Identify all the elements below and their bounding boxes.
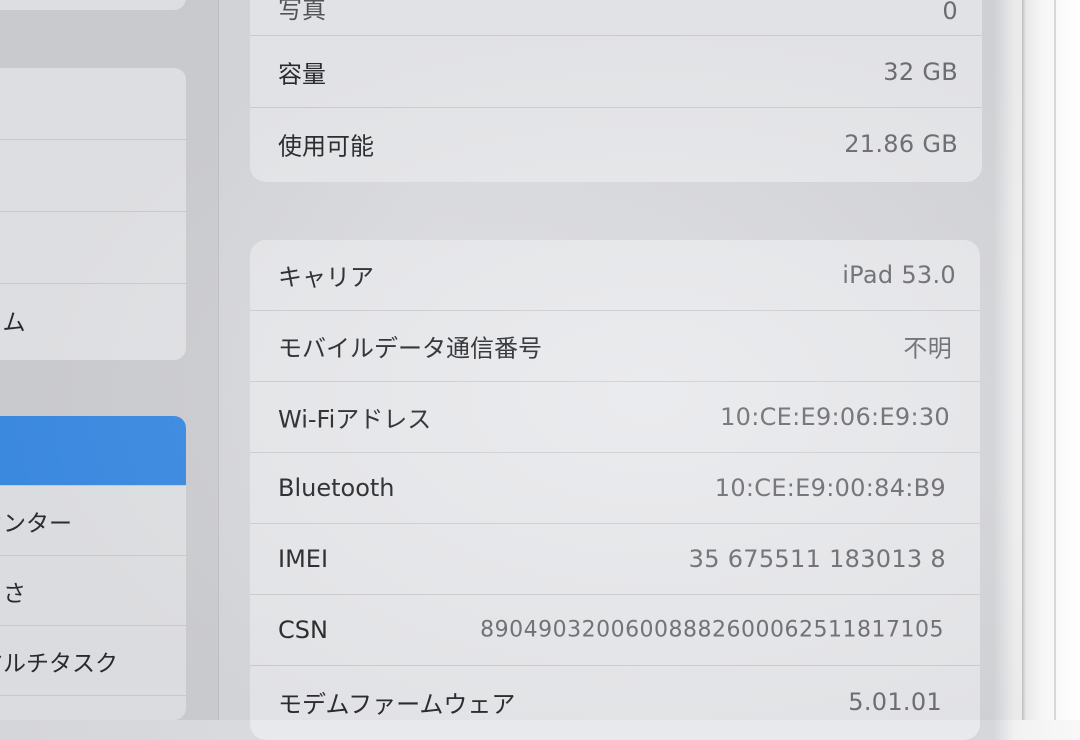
row-key: キャリア [278, 263, 374, 292]
settings-sidebar: イム センター るさ マルチタスク [0, 0, 219, 720]
info-row-capacity: 容量 32 GB [250, 36, 982, 108]
info-row-mobile-number: モバイルデータ通信番号 不明 [250, 311, 980, 382]
row-value: 35 675511 183013 8 [688, 545, 946, 573]
row-key: 写真 [278, 0, 326, 24]
row-key: Bluetooth [278, 474, 395, 502]
sidebar-item-screen-time[interactable]: イム [0, 284, 186, 356]
sidebar-item-general-selected[interactable] [0, 416, 186, 486]
sidebar-item[interactable] [0, 696, 186, 720]
row-value: 89049032006008882600062511817105 [480, 617, 944, 643]
sidebar-item[interactable] [0, 212, 186, 284]
info-row-photos: 写真 0 [250, 0, 982, 36]
info-row-carrier[interactable]: キャリア iPad 53.0 [250, 240, 980, 311]
storage-info-group: 写真 0 容量 32 GB 使用可能 21.86 GB [250, 0, 982, 182]
sidebar-item[interactable] [0, 140, 186, 212]
row-key: 使用可能 [278, 132, 374, 161]
row-value: 5.01.01 [848, 687, 942, 716]
info-row-modem-firmware: モデムファームウェア 5.01.01 [250, 666, 980, 737]
row-value: 10:CE:E9:06:E9:30 [720, 403, 950, 431]
sidebar-group-top [0, 0, 186, 10]
row-key: モバイルデータ通信番号 [278, 334, 542, 363]
device-bezel [1022, 0, 1080, 720]
row-key: Wi-Fiアドレス [278, 405, 432, 434]
sidebar-item-display-brightness[interactable]: るさ [0, 556, 186, 626]
sidebar-item[interactable] [0, 68, 186, 140]
row-key: 容量 [278, 60, 326, 88]
row-value: 10:CE:E9:00:84:B9 [714, 474, 946, 502]
info-row-wifi-address: Wi-Fiアドレス 10:CE:E9:06:E9:30 [250, 382, 980, 453]
info-row-csn: CSN 89049032006008882600062511817105 [250, 595, 980, 666]
sidebar-item-control-center[interactable]: センター [0, 486, 186, 556]
info-row-imei: IMEI 35 675511 183013 8 [250, 524, 980, 595]
row-value: 21.86 GB [844, 130, 958, 158]
network-info-group: キャリア iPad 53.0 モバイルデータ通信番号 不明 Wi-Fiアドレス … [250, 240, 980, 740]
row-key: CSN [278, 616, 328, 644]
sidebar-group-general: イム [0, 68, 186, 360]
row-value: iPad 53.0 [842, 261, 956, 289]
sidebar-item-label: マルチタスク [0, 650, 118, 677]
row-key: モデムファームウェア [278, 690, 516, 718]
sidebar-item-label: センター [0, 510, 72, 537]
sidebar-item-label: るさ [0, 580, 26, 607]
device-bezel-edge [1054, 0, 1056, 720]
sidebar-group-system: センター るさ マルチタスク [0, 416, 186, 720]
row-value: 0 [942, 0, 958, 25]
row-key: IMEI [278, 545, 329, 573]
row-value: 32 GB [883, 57, 958, 86]
info-row-bluetooth: Bluetooth 10:CE:E9:00:84:B9 [250, 453, 980, 524]
info-row-available: 使用可能 21.86 GB [250, 108, 982, 180]
sidebar-item-label: イム [0, 310, 26, 336]
row-value: 不明 [903, 334, 952, 363]
sidebar-item-multitasking[interactable]: マルチタスク [0, 626, 186, 696]
